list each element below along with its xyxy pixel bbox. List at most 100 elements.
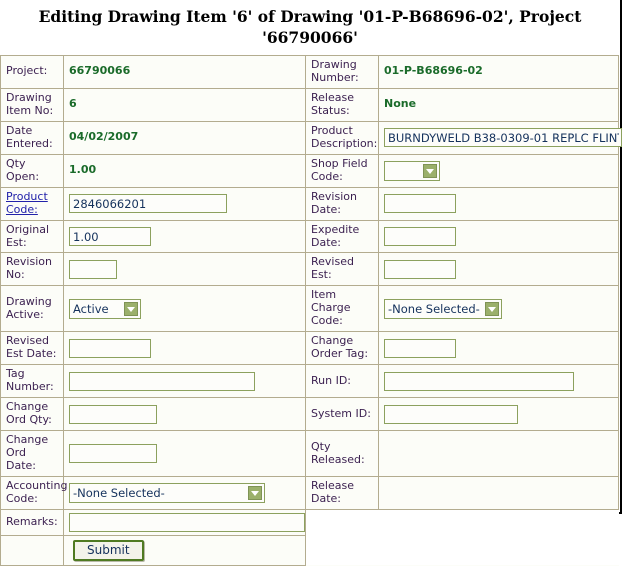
remarks-row-spacer (305, 509, 619, 536)
submit-row-spacer (305, 535, 619, 566)
label-drawing-item-no: Drawing Item No: (0, 87, 64, 122)
label-accounting-code: Accounting Code: (0, 476, 67, 510)
form-row: Accounting Code: -None Selected- Release D… (0, 476, 619, 510)
field-release-status: None (378, 87, 619, 122)
label-expedite-date: Expedite Date: (305, 219, 379, 254)
label-drawing-active: Drawing Active: (0, 285, 64, 333)
field-change-order-tag (378, 331, 619, 366)
form-row: Revised Est Date: Change Order Tag: (0, 331, 619, 366)
field-run-id (378, 364, 619, 399)
field-product-description (378, 120, 622, 155)
field-drawing-active: Active (63, 285, 306, 333)
drawing-item-form-table: Project: 66790066 Drawing Number: 01-P-B686… (0, 54, 622, 566)
label-tag-number: Tag Number: (0, 364, 64, 399)
field-qty-open: 1.00 (63, 153, 306, 188)
form-row: Qty Open: 1.00 Shop Field Code: (0, 153, 619, 188)
input-original-est[interactable] (69, 227, 151, 246)
input-system-id[interactable] (384, 404, 518, 424)
field-revision-no (63, 252, 306, 287)
input-revision-no[interactable] (69, 259, 117, 279)
field-accounting-code: -None Selected- (63, 476, 306, 510)
label-change-ord-date: Change Ord Date: (0, 430, 64, 478)
label-release-date: Release Date: (305, 476, 379, 510)
select-drawing-active[interactable]: Active (69, 298, 141, 319)
form-row: Tag Number: Run ID: (0, 364, 619, 399)
field-original-est (63, 219, 306, 254)
label-change-ord-qty: Change Ord Qty: (0, 397, 64, 432)
select-accounting-code-wrapper[interactable]: -None Selected- (69, 483, 265, 503)
field-revised-est-date (63, 331, 306, 366)
label-revised-est: Revised Est: (305, 252, 379, 287)
field-shop-field-code (378, 153, 619, 188)
input-product-code[interactable] (69, 194, 227, 214)
input-revision-date[interactable] (384, 194, 456, 214)
label-shop-field-code: Shop Field Code: (305, 153, 379, 188)
label-project: Project: (0, 54, 64, 89)
select-shop-field-code-wrapper[interactable] (384, 160, 440, 181)
label-revised-est-date: Revised Est Date: (0, 331, 64, 366)
select-drawing-active-wrapper[interactable]: Active (69, 298, 141, 319)
label-qty-released: Qty Released: (305, 430, 379, 478)
label-item-charge-code: Item Charge Code: (305, 285, 379, 333)
field-item-charge-code: -None Selected- (378, 285, 619, 333)
input-remarks[interactable] (69, 512, 305, 532)
field-drawing-number: 01-P-B68696-02 (378, 54, 619, 89)
field-tag-number (63, 364, 306, 399)
form-row: Drawing Active: Active Item Charge Code: -N… (0, 285, 619, 333)
field-drawing-item-no: 6 (63, 87, 306, 122)
field-date-entered: 04/02/2007 (63, 120, 306, 155)
label-original-est: Original Est: (0, 219, 64, 254)
input-change-order-tag[interactable] (384, 338, 456, 358)
product-code-link[interactable]: Product Code: (6, 190, 48, 216)
label-drawing-number: Drawing Number: (305, 54, 379, 89)
input-change-ord-date[interactable] (69, 444, 157, 464)
form-row: Product Code: Revision Date: (0, 186, 619, 221)
remarks-row: Remarks: (0, 508, 619, 536)
input-revised-est-date[interactable] (69, 338, 151, 358)
field-expedite-date (378, 219, 619, 254)
label-remarks: Remarks: (0, 508, 64, 536)
label-release-status: Release Status: (305, 87, 379, 122)
form-body: Project: 66790066 Drawing Number: 01-P-B686… (0, 54, 622, 566)
field-revision-date (378, 186, 619, 221)
label-revision-date: Revision Date: (305, 186, 379, 221)
submit-row-label-spacer (0, 534, 64, 566)
select-item-charge-code-wrapper[interactable]: -None Selected- (384, 298, 502, 319)
label-revision-no: Revision No: (0, 252, 64, 287)
label-qty-open: Qty Open: (0, 153, 64, 188)
field-release-date (378, 476, 619, 510)
form-row: Original Est: Expedite Date: (0, 219, 619, 254)
page-title: Editing Drawing Item '6' of Drawing '01-… (38, 7, 582, 47)
label-date-entered: Date Entered: (0, 120, 64, 155)
field-change-ord-date (63, 430, 306, 478)
input-expedite-date[interactable] (384, 227, 456, 246)
field-system-id (378, 397, 619, 432)
field-revised-est (378, 252, 619, 287)
input-run-id[interactable] (384, 371, 574, 391)
submit-row: Submit (0, 534, 619, 566)
form-row: Project: 66790066 Drawing Number: 01-P-B686… (0, 54, 619, 89)
page-container: Editing Drawing Item '6' of Drawing '01-… (0, 0, 622, 566)
form-row: Change Ord Qty: System ID: (0, 397, 619, 432)
label-run-id: Run ID: (305, 364, 379, 399)
label-product-code: Product Code: (0, 186, 64, 221)
input-tag-number[interactable] (69, 371, 255, 391)
form-row: Change Ord Date: Qty Released: (0, 430, 619, 478)
select-accounting-code[interactable]: -None Selected- (69, 483, 265, 503)
form-row: Date Entered: 04/02/2007 Product Descripti… (0, 120, 622, 155)
submit-cell: Submit (63, 534, 306, 566)
label-change-order-tag: Change Order Tag: (305, 331, 379, 366)
field-product-code (63, 186, 306, 221)
field-change-ord-qty (63, 397, 306, 432)
input-product-description[interactable] (384, 128, 622, 148)
input-change-ord-qty[interactable] (69, 404, 157, 424)
field-project: 66790066 (63, 54, 306, 89)
label-product-description: Product Description: (305, 120, 379, 155)
form-row: Drawing Item No: 6 Release Status: None (0, 87, 619, 122)
submit-button[interactable]: Submit (73, 539, 144, 561)
select-item-charge-code[interactable]: -None Selected- (384, 298, 502, 319)
label-system-id: System ID: (305, 397, 379, 432)
select-shop-field-code[interactable] (384, 160, 440, 181)
form-row: Revision No: Revised Est: (0, 252, 619, 287)
input-revised-est[interactable] (384, 259, 456, 279)
